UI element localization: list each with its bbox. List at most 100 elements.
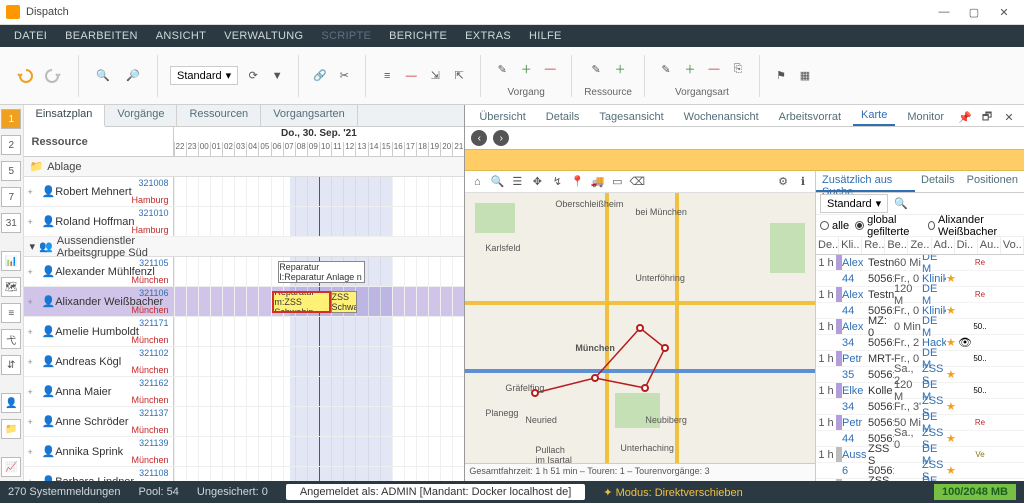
menu-berichte[interactable]: BERICHTE xyxy=(381,28,455,44)
menu-verwaltung[interactable]: VERWALTUNG xyxy=(216,28,311,44)
nav-day5-icon[interactable]: 5 xyxy=(1,161,21,181)
group-team[interactable]: ▾👥Aussendienstler Arbeitsgruppe Süd xyxy=(24,237,465,257)
side-tab-2[interactable]: Positionen xyxy=(961,171,1024,192)
nav-map-icon[interactable]: 🗺 xyxy=(1,277,21,297)
side-tab-1[interactable]: Details xyxy=(915,171,961,192)
search-globe-icon[interactable]: 🔍 xyxy=(91,64,115,88)
task[interactable]: ZSS Schwabi xyxy=(331,291,357,313)
resource-row[interactable]: +👤 Anne Schröder321137München xyxy=(24,407,465,437)
status-sysmsg[interactable]: 270 Systemmeldungen xyxy=(8,486,121,498)
search-icon[interactable]: 🔎 xyxy=(121,64,145,88)
close-button[interactable]: ✕ xyxy=(990,3,1018,21)
list-item[interactable]: 1 hAlexTestn120 MDE MRe xyxy=(816,287,1024,303)
resource-row[interactable]: +👤 Amelie Humboldt321171München xyxy=(24,317,465,347)
resource-row[interactable]: +👤 Roland Hoffman321010Hamburg xyxy=(24,207,465,237)
right-tab-3[interactable]: Wochenansicht xyxy=(676,108,767,126)
map-layers-icon[interactable]: ☰ xyxy=(509,174,525,190)
redo-icon[interactable] xyxy=(42,64,66,88)
nav-stats-icon[interactable]: 📈 xyxy=(1,457,21,477)
window-pin-icon[interactable]: 📌 xyxy=(956,108,974,126)
vorgangsart-copy-icon[interactable]: ⎘ xyxy=(729,60,747,78)
nav-chart-icon[interactable]: 📊 xyxy=(1,251,21,271)
expand-icon[interactable]: + xyxy=(28,297,33,307)
expand-icon[interactable]: + xyxy=(28,327,33,337)
nav-week-icon[interactable]: 7 xyxy=(1,187,21,207)
col-header[interactable]: Kli.. xyxy=(839,237,862,254)
filter-radio-2[interactable]: Alixander Weißbacher xyxy=(928,214,1020,238)
maximize-button[interactable]: ▢ xyxy=(960,3,988,21)
expand-icon[interactable]: + xyxy=(28,387,33,397)
vorgang-remove-icon[interactable]: — xyxy=(541,60,559,78)
col-header[interactable]: De.. xyxy=(816,237,839,254)
col-header[interactable]: Ad.. xyxy=(932,237,955,254)
list-item[interactable]: 1 hElkeKolle120 MDE M50.. xyxy=(816,383,1024,399)
vorgang-edit-icon[interactable]: ✎ xyxy=(493,60,511,78)
list-icon[interactable]: ≡ xyxy=(378,67,396,85)
col-header[interactable]: Ze.. xyxy=(908,237,931,254)
right-tab-5[interactable]: Karte xyxy=(853,106,895,126)
side-tab-0[interactable]: Zusätzlich aus Suche xyxy=(816,171,915,192)
list-item[interactable]: 1 hAlexTestn60 MiDE MRe xyxy=(816,255,1024,271)
nav-next-button[interactable]: › xyxy=(493,130,509,146)
side-standard-dropdown[interactable]: Standard▾ xyxy=(820,194,888,213)
col-header[interactable]: Be.. xyxy=(885,237,908,254)
planner-tab-0[interactable]: Einsatzplan xyxy=(24,105,106,127)
vorgangsart-add-icon[interactable]: ＋ xyxy=(681,60,699,78)
resource-row[interactable]: +👤 Annika Sprink321139München xyxy=(24,437,465,467)
menu-ansicht[interactable]: ANSICHT xyxy=(148,28,214,44)
col-header[interactable]: Au.. xyxy=(978,237,1001,254)
right-tab-2[interactable]: Tagesansicht xyxy=(591,108,671,126)
resource-row[interactable]: +👤 Robert Mehnert321008Hamburg xyxy=(24,177,465,207)
nav-folder-icon[interactable]: 📁 xyxy=(1,419,21,439)
expand-icon[interactable]: ⇲ xyxy=(426,67,444,85)
status-login[interactable]: Angemeldet als: ADMIN [Mandant: Docker l… xyxy=(286,484,585,500)
nav-month-icon[interactable]: 31 xyxy=(1,213,21,233)
list-item[interactable]: 445056:Sa., 0ZSS S★ xyxy=(816,431,1024,447)
planner-tab-1[interactable]: Vorgänge xyxy=(105,105,177,126)
window-close-icon[interactable]: ✕ xyxy=(1000,108,1018,126)
view-standard-dropdown[interactable]: Standard▾ xyxy=(170,66,238,85)
planner-tab-3[interactable]: Vorgangsarten xyxy=(261,105,358,126)
nav-user-icon[interactable]: 👤 xyxy=(1,393,21,413)
map-route-icon[interactable]: ↯ xyxy=(549,174,565,190)
task[interactable]: Reparatur m:ZSS Schwabin xyxy=(272,291,330,313)
resource-row[interactable]: +👤 Anna Maier321162München xyxy=(24,377,465,407)
expand-icon[interactable]: + xyxy=(28,267,33,277)
nav-day1-icon[interactable]: 1 xyxy=(1,109,21,129)
list-item[interactable]: 65056:ZSS S★ xyxy=(816,463,1024,479)
refresh-icon[interactable]: ⟳ xyxy=(244,67,262,85)
resource-row[interactable]: +👤 Alexander Mühlfenzl321105MünchenRepar… xyxy=(24,257,465,287)
list-item[interactable]: 445056:Fr., 0Klinik★ xyxy=(816,303,1024,319)
nav-list-icon[interactable]: ≡ xyxy=(1,303,21,323)
menu-extras[interactable]: EXTRAS xyxy=(457,28,519,44)
minus-icon[interactable]: — xyxy=(402,67,420,85)
map-info-icon[interactable]: ℹ xyxy=(795,174,811,190)
grid-icon[interactable]: ▦ xyxy=(796,67,814,85)
col-header[interactable]: Vo.. xyxy=(1001,237,1024,254)
resource-row[interactable]: +👤 Andreas Kögl321102München xyxy=(24,347,465,377)
expand-icon[interactable]: + xyxy=(28,187,33,197)
nav-day2-icon[interactable]: 2 xyxy=(1,135,21,155)
group-ablage[interactable]: 📁Ablage xyxy=(24,157,465,177)
ressource-edit-icon[interactable]: ✎ xyxy=(587,60,605,78)
resource-row[interactable]: +👤 Barbara Lindner321108München xyxy=(24,467,465,481)
map-pin-icon[interactable]: 📍 xyxy=(569,174,585,190)
filter-icon[interactable]: ▼ xyxy=(268,67,286,85)
menu-hilfe[interactable]: HILFE xyxy=(521,28,570,44)
filter-radio-1[interactable]: global gefilterte xyxy=(855,214,922,238)
expand-icon[interactable]: + xyxy=(28,447,33,457)
minimize-button[interactable]: — xyxy=(930,3,958,21)
map-truck-icon[interactable]: 🚚 xyxy=(589,174,605,190)
expand-icon[interactable]: + xyxy=(28,417,33,427)
right-tab-0[interactable]: Übersicht xyxy=(471,108,533,126)
planner-rows[interactable]: 📁Ablage +👤 Robert Mehnert321008Hamburg+👤… xyxy=(24,157,465,481)
vorgang-add-icon[interactable]: ＋ xyxy=(517,60,535,78)
right-tab-6[interactable]: Monitor xyxy=(899,108,952,126)
col-header[interactable]: Di.. xyxy=(955,237,978,254)
cut-icon[interactable]: ✂ xyxy=(335,67,353,85)
list-item[interactable]: 345056:Fr., 3'ZSS S★ xyxy=(816,399,1024,415)
status-mode[interactable]: Modus: Direktverschieben xyxy=(616,487,743,499)
filter-radio-0[interactable]: alle xyxy=(820,220,849,232)
resource-row[interactable]: +👤 Alixander Weißbacher321106MünchenRepa… xyxy=(24,287,465,317)
menu-datei[interactable]: DATEI xyxy=(6,28,55,44)
